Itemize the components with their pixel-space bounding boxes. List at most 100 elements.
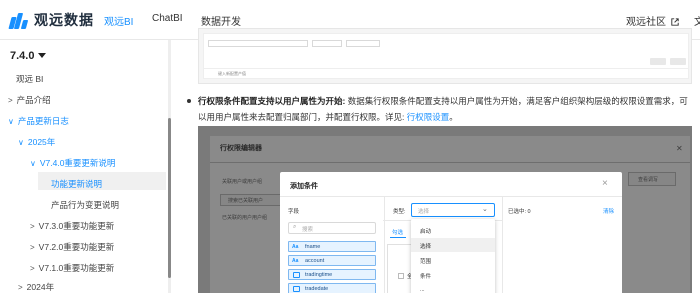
dropdown-option[interactable]: 启动 xyxy=(411,223,495,237)
chevron-right-icon: > xyxy=(30,264,35,273)
sidebar-item-label: 2024年 xyxy=(26,282,55,292)
external-link-icon xyxy=(671,18,679,26)
dropdown-option[interactable]: 选择 xyxy=(411,238,495,252)
option-label: ... xyxy=(420,287,425,293)
chevron-down-icon: ∨ xyxy=(30,159,36,168)
nav-guanyuan-bi[interactable]: 观远BI xyxy=(104,13,133,28)
sidebar-item-label: V7.3.0重要功能更新 xyxy=(38,221,115,231)
calendar-icon xyxy=(293,272,300,278)
option-label: 启动 xyxy=(420,229,432,235)
close-icon[interactable]: × xyxy=(602,178,608,189)
logo-icon xyxy=(8,11,29,29)
sidebar-item-v740[interactable]: ∨ V7.4.0重要更新说明 xyxy=(30,157,115,169)
sidebar-item-feature-updates[interactable]: 功能更新说明 xyxy=(51,178,102,190)
field-name: fname xyxy=(305,243,321,250)
clear-button[interactable]: 清除 xyxy=(603,207,614,215)
field-name: tradedate xyxy=(305,285,329,292)
sidebar-item-guanyuan-bi[interactable]: 观远 BI xyxy=(16,73,43,85)
version-value: 7.4.0 xyxy=(10,50,35,62)
dialog-title: 添加条件 xyxy=(290,183,318,190)
option-label: 范围 xyxy=(420,259,432,265)
sidebar-item-changelog[interactable]: ∨ 产品更新日志 xyxy=(8,115,69,127)
type-label: 类型: xyxy=(393,209,406,215)
field-item[interactable]: Aa fname xyxy=(288,241,376,252)
chevron-right-icon: > xyxy=(30,222,35,231)
version-select[interactable]: 7.4.0 xyxy=(10,50,47,62)
sidebar-item-label: 功能更新说明 xyxy=(51,179,103,189)
value-list-box xyxy=(387,244,413,293)
chevron-right-icon: > xyxy=(18,283,23,292)
sidebar-item-label: 观远 BI xyxy=(16,74,44,84)
sidebar-item-product-intro[interactable]: > 产品介绍 xyxy=(8,94,51,106)
nav-data-dev[interactable]: 数据开发 xyxy=(201,13,241,28)
screenshot-row-config: 键入新配置产值 xyxy=(198,28,692,84)
caret-down-icon xyxy=(38,53,47,58)
dropdown-option[interactable]: 范围 xyxy=(411,253,495,267)
editor-ghost-label: 关联用户或用户组 xyxy=(222,179,263,185)
dropdown-option[interactable]: 条件 xyxy=(411,268,495,282)
editor-ghost-button-text: 查看调写 xyxy=(638,177,659,183)
chevron-down-icon: ⌄ xyxy=(482,206,488,213)
divider xyxy=(210,162,690,163)
feature-paragraph: 行权限条件配置支持以用户属性为开始: 数据集行权限条件配置支持以用户属性为开始，… xyxy=(198,93,693,125)
sidebar-item-2024[interactable]: >2024年 xyxy=(18,281,54,293)
tab-active-indicator xyxy=(390,237,406,238)
select-all-checkbox[interactable] xyxy=(398,273,404,279)
nav-community[interactable]: 观远社区 xyxy=(626,13,679,28)
close-icon: ✕ xyxy=(676,144,683,153)
nav-community-label: 观远社区 xyxy=(626,17,666,28)
sidebar-item-label: 2025年 xyxy=(27,137,56,147)
column-divider xyxy=(384,196,385,293)
nav-chatbi[interactable]: ChatBI xyxy=(152,13,183,24)
text-type-icon: Aa xyxy=(292,244,299,250)
type-select-value: 选择 xyxy=(418,209,430,215)
sidebar-item-v720[interactable]: > V7.2.0重要功能更新 xyxy=(30,241,114,253)
sidebar-item-v710[interactable]: > V7.1.0重要功能更新 xyxy=(30,262,114,274)
add-condition-dialog: 添加条件 × 字段 ⌕ 搜索 Aa fname Aa account trading… xyxy=(280,172,622,293)
editor-ghost-list: 已关联的用户用户组 xyxy=(222,215,268,221)
field-name: tradingtime xyxy=(305,271,333,278)
option-label: 条件 xyxy=(420,274,432,280)
type-dropdown-menu: 启动 选择 范围 条件 ... xyxy=(411,219,495,293)
field-list: Aa fname Aa account tradingtime tradedate xyxy=(288,241,376,293)
sidebar-item-label: 产品行为变更说明 xyxy=(51,200,120,210)
mini-select xyxy=(312,40,342,47)
sidebar-scrollbar[interactable] xyxy=(168,40,171,293)
search-placeholder: 搜索 xyxy=(302,227,314,233)
editor-title: 行权限编辑器 xyxy=(220,145,262,152)
mini-button xyxy=(650,58,666,65)
chevron-right-icon: > xyxy=(30,243,35,252)
mini-caption: 键入新配置产值 xyxy=(218,71,246,76)
chevron-down-icon: ∨ xyxy=(8,117,14,126)
divider xyxy=(204,68,688,69)
sidebar-item-label: 产品介绍 xyxy=(16,95,51,105)
sidebar-item-label: V7.2.0重要功能更新 xyxy=(38,242,115,252)
tab-check[interactable]: 勾选 xyxy=(392,228,403,236)
sidebar-item-v730[interactable]: > V7.3.0重要功能更新 xyxy=(30,220,114,232)
nav-language[interactable]: 文 xyxy=(694,13,700,28)
field-item[interactable]: tradedate xyxy=(288,283,376,293)
calendar-icon xyxy=(293,286,300,292)
logo-text: 观远数据 xyxy=(34,12,94,28)
row-permission-link[interactable]: 行权限设置 xyxy=(407,112,450,122)
feature-heading: 行权限条件配置支持以用户属性为开始: xyxy=(198,96,346,106)
field-search-input[interactable]: ⌕ 搜索 xyxy=(288,222,376,234)
logo[interactable]: 观远数据 xyxy=(8,10,94,30)
sidebar-item-label: V7.1.0重要功能更新 xyxy=(38,263,115,273)
column-divider xyxy=(502,196,503,293)
sidebar-item-2025[interactable]: ∨ 2025年 xyxy=(18,136,55,148)
scrollbar-thumb[interactable] xyxy=(168,118,171,278)
mini-input xyxy=(208,40,308,47)
feature-end: 。 xyxy=(449,112,458,122)
dropdown-option[interactable]: ... xyxy=(411,283,495,293)
screenshot-inner: 键入新配置产值 xyxy=(203,33,689,79)
type-select[interactable]: 选择 ⌄ xyxy=(411,203,495,217)
mini-button xyxy=(670,58,686,65)
sidebar-item-label: V7.4.0重要更新说明 xyxy=(39,158,116,168)
field-label: 字段 xyxy=(288,209,300,215)
field-item[interactable]: tradingtime xyxy=(288,269,376,280)
sidebar-item-behavior-changes[interactable]: 产品行为变更说明 xyxy=(51,199,119,211)
bullet-dot xyxy=(187,99,191,103)
field-item[interactable]: Aa account xyxy=(288,255,376,266)
selected-count: 已选中: 0 xyxy=(508,209,531,215)
